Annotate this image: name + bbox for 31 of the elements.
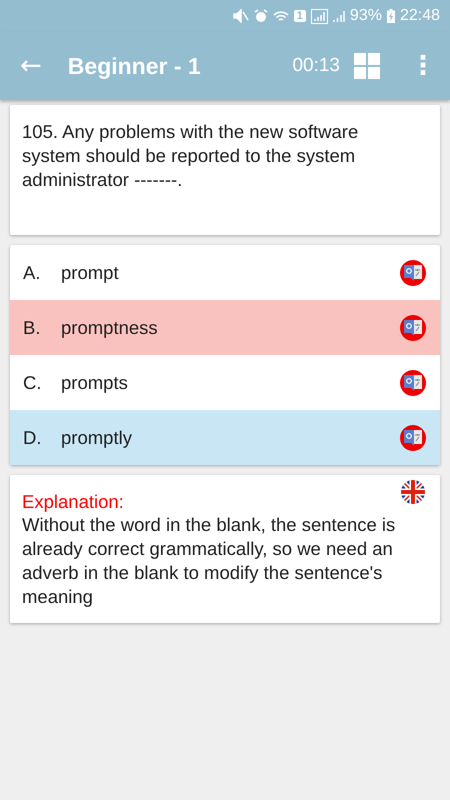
answer-option[interactable]: D. promptly: [10, 410, 440, 465]
option-letter: B.: [23, 316, 42, 338]
signal-icon: [310, 8, 328, 24]
mute-icon: [232, 9, 249, 23]
translate-icon[interactable]: [400, 370, 426, 396]
option-letter: D.: [23, 426, 42, 448]
battery-percent: 93%: [350, 7, 382, 25]
option-text: promptly: [61, 426, 133, 448]
clock-time: 22:48: [400, 7, 440, 25]
translate-icon[interactable]: [400, 314, 426, 340]
option-letter: C.: [23, 372, 42, 394]
alarm-icon: [254, 9, 268, 23]
timer: 00:13: [292, 55, 340, 77]
option-text: prompts: [61, 372, 129, 394]
explanation-text: Without the word in the blank, the sentence is already correct grammatically, so we need an adverb in the blank to modify the sentence's meaning: [22, 513, 396, 609]
option-text: prompt: [61, 262, 120, 284]
translate-icon[interactable]: [400, 424, 426, 450]
screen-title: Beginner - 1: [68, 52, 202, 80]
answer-option[interactable]: B. promptness: [10, 300, 440, 355]
answer-option[interactable]: C. prompts: [10, 355, 440, 410]
answer-option[interactable]: A. prompt: [10, 245, 440, 300]
wifi-icon: [272, 10, 289, 22]
option-text: promptness: [61, 316, 159, 338]
signal-icon: [332, 9, 345, 23]
explanation-label: Explanation:: [22, 491, 124, 513]
sim-indicator: 1: [294, 10, 306, 22]
translate-icon[interactable]: [400, 260, 426, 286]
question-text: 105. Any problems with the new software system should be reported to the system administrator -------.: [22, 120, 360, 192]
flag-icon[interactable]: [400, 479, 426, 505]
option-letter: A.: [23, 262, 42, 284]
battery-icon: [386, 9, 395, 23]
